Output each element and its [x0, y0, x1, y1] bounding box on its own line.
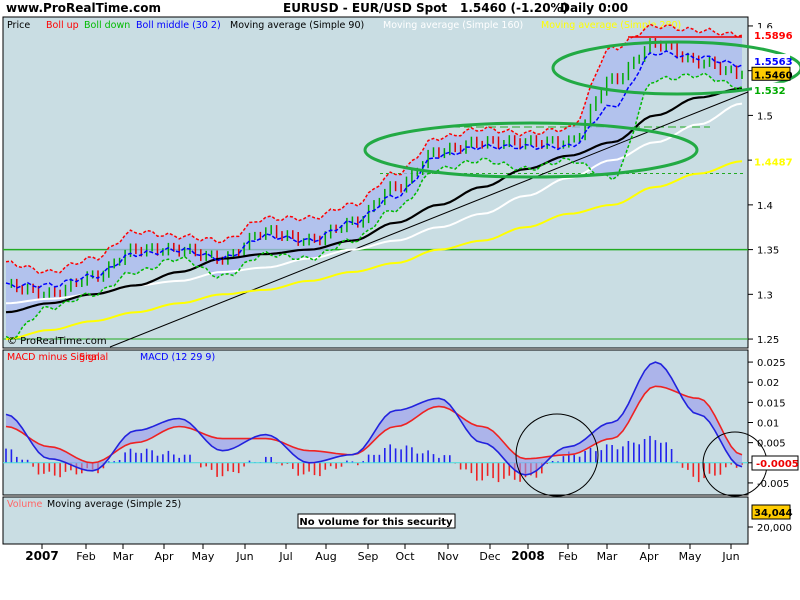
time-tick-label: Sep	[358, 550, 379, 563]
macd-legend-item: Signal	[79, 352, 108, 363]
volume-axis: 34,044 20,000	[748, 504, 793, 534]
time-tick-label: May	[192, 550, 215, 563]
legend-item: Boll middle (30 2)	[136, 20, 221, 31]
price-value-label: 1.5896	[754, 31, 793, 42]
time-tick-label: May	[679, 550, 702, 563]
volume-legend: Volume Moving average (Simple 25)	[7, 499, 181, 510]
time-tick-label: Apr	[154, 550, 174, 563]
price-value-label: 1.532	[754, 86, 786, 97]
time-tick-label: 2007	[25, 549, 58, 563]
macd-tick-label: -0.005	[757, 479, 789, 490]
price-tick-label: 1.5	[757, 111, 773, 122]
time-tick-label: Nov	[437, 550, 459, 563]
time-tick-label: Jun	[721, 550, 739, 563]
volume-tick-label: 20,000	[757, 523, 792, 534]
time-tick-label: Mar	[597, 550, 618, 563]
price-legend: Price Boll up Boll down Boll middle (30 2) M…	[7, 20, 681, 31]
price-value-label: 1.5563	[754, 57, 793, 68]
macd-tick-label: 0.025	[757, 358, 786, 369]
price-panel: Price Boll up Boll down Boll middle (30 2) M…	[2, 16, 800, 349]
time-tick-label: Oct	[395, 550, 415, 563]
legend-item: Boll up	[46, 20, 79, 31]
price-tick-label: 1.35	[757, 246, 779, 257]
volume-legend-item: Moving average (Simple 25)	[47, 499, 181, 510]
time-tick-label: Feb	[76, 550, 95, 563]
price-tick-label: 1.3	[757, 290, 773, 301]
macd-panel: MACD minus SignalSignal MACD (12 29 9)	[2, 349, 768, 497]
time-tick-label: Jul	[278, 550, 292, 563]
macd-legend-item: MACD (12 29 9)	[140, 352, 215, 363]
price-value-label: 1.5460	[754, 70, 793, 81]
legend-item: Boll down	[84, 20, 130, 31]
macd-axis: 0.025 0.02 0.015 0.01 0.005 -0.005 -0.0005	[748, 358, 799, 490]
macd-panel-bg	[2, 349, 749, 496]
time-axis: 2007 Feb Mar Apr May Jun Jul Aug Sep Oct Nov Dec 200…	[25, 544, 740, 563]
volume-panel: Volume Moving average (Simple 25) No volu…	[2, 496, 749, 545]
price-tick-label: 1.25	[757, 335, 779, 346]
time-tick-label: 2008	[511, 549, 544, 563]
macd-tick-label: 0.02	[757, 378, 779, 389]
legend-item: Moving average (Simple 160)	[383, 20, 523, 31]
time-tick-label: Mar	[113, 550, 134, 563]
chart-canvas: Price Boll up Boll down Boll middle (30 2) M…	[2, 16, 800, 563]
volume-value-label: 34,044	[754, 508, 793, 519]
legend-item: Moving average (Simple 90)	[230, 20, 364, 31]
time-tick-label: Jun	[235, 550, 253, 563]
time-tick-label: Aug	[315, 550, 336, 563]
price-tick-label: 1.4	[757, 201, 773, 212]
macd-tick-label: 0.01	[757, 419, 779, 430]
time-tick-label: Apr	[639, 550, 659, 563]
price-value-label: 1.5132	[754, 100, 793, 111]
time-tick-label: Feb	[558, 550, 577, 563]
price-axis: 1.61.551.51.451.41.351.31.251.58961.5563…	[748, 22, 793, 346]
no-volume-message: No volume for this security	[299, 517, 453, 528]
watermark: © ProRealTime.com	[7, 336, 107, 347]
macd-value-label: -0.0005	[756, 459, 799, 470]
chart-window: www.ProRealTime.com EURUSD - EUR/USD Spo…	[0, 0, 800, 600]
macd-tick-label: 0.015	[757, 398, 786, 409]
time-tick-label: Dec	[479, 550, 500, 563]
legend-item: Price	[7, 20, 30, 31]
macd-tick-label: 0.005	[757, 439, 786, 450]
volume-legend-item: Volume	[7, 499, 42, 510]
price-value-label: 1.4487	[754, 157, 793, 168]
